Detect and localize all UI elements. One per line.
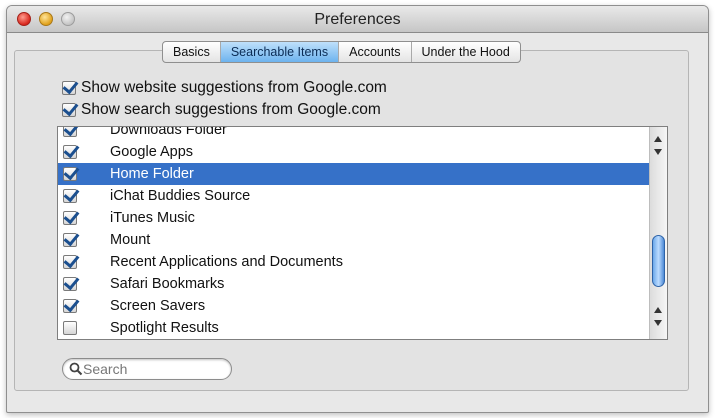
tab-under-the-hood[interactable]: Under the Hood <box>412 42 520 62</box>
scroll-down-arrow-icon[interactable] <box>654 320 662 326</box>
list-item[interactable]: Mount <box>58 229 650 251</box>
search-field[interactable] <box>62 358 232 380</box>
window-title: Preferences <box>314 11 401 28</box>
item-checkbox[interactable] <box>63 233 77 247</box>
item-checkbox[interactable] <box>63 321 77 335</box>
list-scrollbar[interactable] <box>649 127 667 339</box>
list-item[interactable]: Downloads Folder <box>58 126 650 141</box>
item-label: Screen Savers <box>110 298 206 314</box>
item-label: iTunes Music <box>110 210 195 226</box>
list-item[interactable]: Screen Savers <box>58 295 650 317</box>
list-item[interactable]: iChat Buddies Source <box>58 185 650 207</box>
item-label: Mount <box>110 232 151 248</box>
list-item[interactable]: iTunes Music <box>58 207 650 229</box>
website-suggestions-checkbox[interactable] <box>62 81 76 95</box>
list-item[interactable]: Safari Bookmarks <box>58 273 650 295</box>
website-suggestions-label: Show website suggestions from Google.com <box>81 79 387 96</box>
scroll-down-arrow-icon[interactable] <box>654 149 662 155</box>
item-label: Home Folder <box>110 166 194 182</box>
search-suggestions-option[interactable]: Show search suggestions from Google.com <box>62 101 381 119</box>
item-checkbox[interactable] <box>63 211 77 225</box>
scrollbar-thumb[interactable] <box>652 235 665 287</box>
search-icon <box>69 362 83 376</box>
item-label: Safari Bookmarks <box>110 276 225 292</box>
search-input[interactable] <box>83 361 223 377</box>
item-label: Downloads Folder <box>110 126 227 138</box>
tab-searchable-items[interactable]: Searchable Items <box>220 42 340 62</box>
tab-bar: Basics Searchable Items Accounts Under t… <box>162 41 521 63</box>
website-suggestions-option[interactable]: Show website suggestions from Google.com <box>62 79 387 97</box>
list-item[interactable]: Google Apps <box>58 141 650 163</box>
list-item[interactable]: Recent Applications and Documents <box>58 251 650 273</box>
item-checkbox[interactable] <box>63 189 77 203</box>
item-label: Recent Applications and Documents <box>110 254 343 270</box>
item-checkbox[interactable] <box>63 255 77 269</box>
item-checkbox[interactable] <box>63 277 77 291</box>
scroll-up-arrow-icon[interactable] <box>654 136 662 142</box>
item-checkbox[interactable] <box>63 167 77 181</box>
search-suggestions-label: Show search suggestions from Google.com <box>81 101 381 118</box>
tab-accounts[interactable]: Accounts <box>339 42 412 62</box>
item-checkbox[interactable] <box>63 127 77 137</box>
scroll-up-arrow-icon[interactable] <box>654 307 662 313</box>
item-label: Spotlight Results <box>110 320 219 336</box>
search-suggestions-checkbox[interactable] <box>62 103 76 117</box>
item-checkbox[interactable] <box>63 299 77 313</box>
tab-basics[interactable]: Basics <box>163 42 221 62</box>
list-item[interactable]: Home Folder <box>58 163 650 185</box>
list-rows: Downloads Folder Google Apps Home Folder iC… <box>58 126 650 339</box>
item-label: Google Apps <box>110 144 194 160</box>
title-bar[interactable]: Preferences <box>7 6 708 33</box>
item-label: iChat Buddies Source <box>110 188 251 204</box>
searchable-items-list[interactable]: Downloads Folder Google Apps Home Folder iC… <box>57 126 668 340</box>
list-item[interactable]: Spotlight Results <box>58 317 650 339</box>
item-checkbox[interactable] <box>63 145 77 159</box>
